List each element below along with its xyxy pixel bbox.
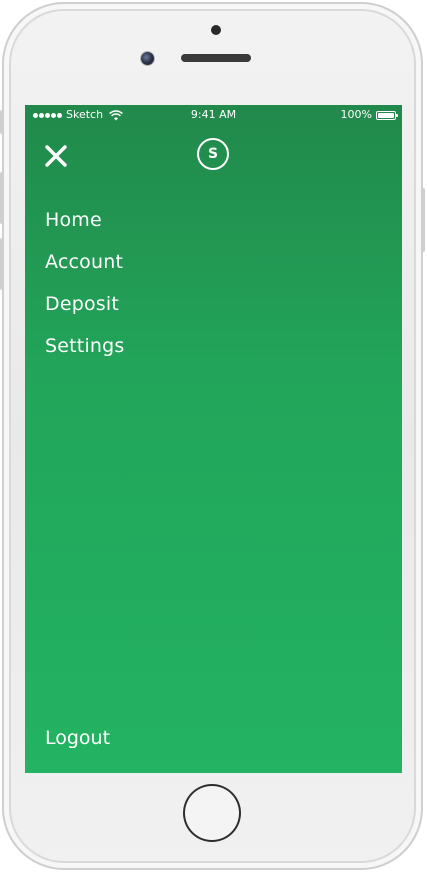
- status-bar: Sketch 9:41 AM 100%: [25, 105, 402, 125]
- battery-percentage: 100%: [340, 108, 372, 121]
- navigation-menu: Home Account Deposit Settings: [45, 199, 125, 367]
- volume-up-button: [0, 172, 4, 224]
- menu-item-settings[interactable]: Settings: [45, 325, 125, 367]
- home-button[interactable]: [183, 784, 241, 842]
- earpiece-speaker: [181, 54, 251, 62]
- front-camera: [141, 52, 154, 65]
- front-sensor: [211, 25, 221, 35]
- menu-item-deposit[interactable]: Deposit: [45, 283, 125, 325]
- mute-switch: [0, 110, 4, 134]
- power-button: [421, 188, 425, 252]
- logo-letter: S: [207, 146, 219, 162]
- app-logo: S: [197, 138, 229, 170]
- battery-icon: [376, 110, 398, 120]
- logout-button[interactable]: Logout: [45, 717, 110, 759]
- close-icon[interactable]: [43, 143, 69, 169]
- menu-item-account[interactable]: Account: [45, 241, 125, 283]
- menu-item-home[interactable]: Home: [45, 199, 125, 241]
- status-right: 100%: [340, 105, 398, 125]
- volume-down-button: [0, 238, 4, 290]
- side-menu-screen: Sketch 9:41 AM 100% S Home Account Depos…: [25, 105, 402, 773]
